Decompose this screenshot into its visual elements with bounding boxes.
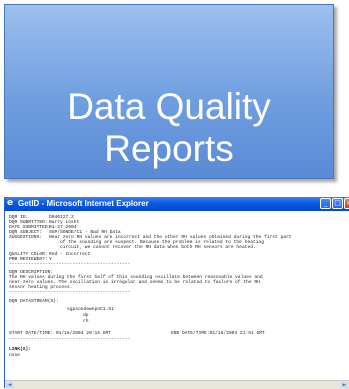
ie-icon: e [7, 198, 14, 208]
close-button[interactable]: × [344, 198, 349, 209]
separator-2: ----------------------------------------… [9, 290, 131, 295]
end-datetime-value: 01/16/2004 21:51 GMT [209, 331, 265, 336]
maximize-button[interactable]: □ [332, 198, 343, 209]
slide-title-box: Data Quality Reports [4, 4, 334, 179]
datastream-label: DQR DATASTREAM(S): [9, 299, 59, 304]
separator-1: ----------------------------------------… [9, 262, 131, 267]
quality-color-value: Red - Incorrect [49, 252, 91, 257]
datastream-site: dp [83, 313, 89, 318]
start-datetime-value: 01/16/2004 20:15 GMT [55, 331, 112, 336]
links-label: LINK(S): [9, 347, 32, 352]
end-datetime-row: END DATE/TIME:01/16/2004 21:51 GMT [171, 331, 265, 336]
slide-title-line-1: Data Quality [67, 86, 271, 127]
slide-title-line-2: Reports [104, 128, 234, 169]
end-datetime-label: END DATE/TIME: [171, 331, 210, 336]
browser-window-screenshot: e GetID - Microsoft Internet Explorer _ … [4, 197, 349, 389]
suggestions-label: SUGGESTIONS: [9, 235, 43, 240]
dqr-report-content: DQR ID: D040127.2 DQR SUBMITTER:Barry Les… [9, 213, 347, 379]
start-datetime-row: START DATE/TIME: 01/16/2004 20:15 GMT [9, 331, 111, 336]
minimize-button[interactable]: _ [320, 198, 331, 209]
datastream-value: sgpsondewnpnC1.b1 [67, 307, 114, 312]
presentation-slide: Data Quality Reports e GetID - Microsoft… [0, 0, 349, 389]
scroll-left-arrow-icon[interactable]: ◄ [6, 382, 13, 388]
browser-window-title: GetID - Microsoft Internet Explorer [18, 199, 149, 208]
start-datetime-label: START DATE/TIME: [9, 331, 54, 336]
datastream-variable: rh [83, 319, 89, 324]
browser-titlebar[interactable]: e GetID - Microsoft Internet Explorer _ … [5, 197, 349, 211]
links-value[interactable]: none [9, 353, 20, 358]
separator-3: ----------------------------------------… [9, 337, 131, 342]
scroll-right-arrow-icon[interactable]: ► [341, 382, 348, 388]
suggestions-line-3: circuit, we cannot recover the RH data w… [60, 245, 256, 250]
